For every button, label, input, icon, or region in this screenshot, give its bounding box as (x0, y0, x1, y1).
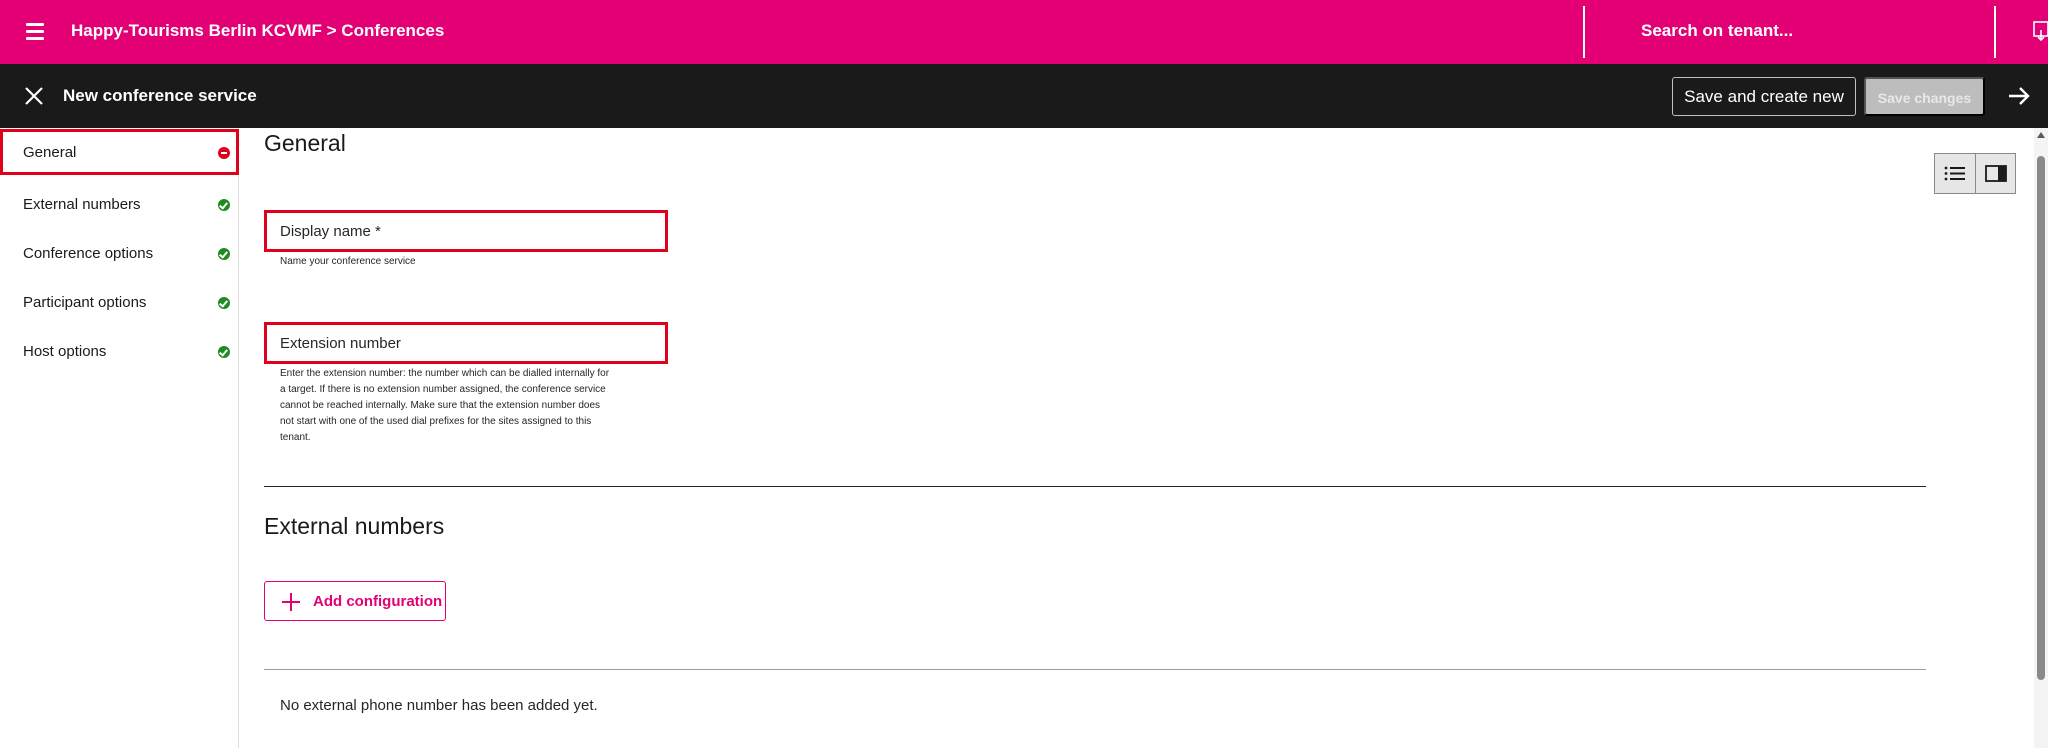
scrollbar-thumb[interactable] (2037, 156, 2045, 680)
action-bar: New conference service Save and create n… (0, 64, 2048, 128)
error-status-icon (218, 147, 230, 159)
nav-item-label: General (23, 144, 77, 161)
section-divider (264, 669, 1926, 670)
helper-line: a target. If there is no extension numbe… (280, 384, 606, 395)
nav-item-label: Host options (23, 343, 107, 360)
check-status-icon (218, 199, 230, 211)
breadcrumb[interactable]: Happy-Tourisms Berlin KCVMF > Conference… (71, 21, 444, 41)
nav-item-label: Participant options (23, 294, 147, 311)
section-divider (264, 486, 1926, 487)
check-status-icon (218, 346, 230, 358)
helper-line: Enter the extension number: the number w… (280, 368, 610, 379)
close-icon[interactable] (22, 84, 46, 108)
list-view-icon[interactable] (1935, 154, 1975, 193)
check-status-icon (218, 297, 230, 309)
hamburger-menu-icon[interactable] (20, 18, 50, 46)
divider (1994, 6, 1996, 58)
arrow-right-icon[interactable] (2006, 84, 2032, 108)
helper-line: not start with one of the used dial pref… (280, 416, 592, 427)
tenant-search-input[interactable]: Search on tenant... (1641, 21, 1793, 41)
save-changes-button[interactable]: Save changes (1864, 77, 1985, 116)
nav-item-label: Conference options (23, 245, 154, 262)
scroll-up-icon[interactable] (2037, 132, 2045, 138)
extension-number-helper: Enter the extension number: the number w… (280, 366, 609, 446)
side-panel-view-icon[interactable] (1975, 154, 2015, 193)
external-numbers-section-title: External numbers (264, 513, 445, 539)
view-toggle (1934, 153, 2016, 194)
nav-item-host-options[interactable]: Host options (0, 328, 239, 374)
empty-state-message: No external phone number has been added … (280, 697, 598, 714)
add-configuration-label: Add configuration (313, 593, 443, 610)
check-status-icon (218, 248, 230, 260)
field-label: Extension number (280, 335, 401, 352)
display-name-helper: Name your conference service (280, 256, 416, 267)
save-and-create-new-button[interactable]: Save and create new (1672, 77, 1856, 116)
field-label: Display name * (280, 223, 381, 240)
nav-item-label: External numbers (23, 196, 141, 213)
helper-line: cannot be reached internally. Make sure … (280, 400, 601, 411)
divider (1583, 6, 1585, 58)
section-nav: General External numbers Conference opti… (0, 128, 239, 748)
general-section-title: General (264, 130, 346, 156)
nav-item-participant-options[interactable]: Participant options (0, 279, 239, 325)
top-bar: Happy-Tourisms Berlin KCVMF > Conference… (0, 0, 2048, 64)
plus-icon (282, 593, 300, 611)
page-title: New conference service (63, 86, 257, 105)
user-icon[interactable] (2032, 20, 2048, 42)
nav-item-external-numbers[interactable]: External numbers (0, 181, 239, 227)
extension-number-field[interactable]: Extension number (264, 322, 668, 364)
add-configuration-button[interactable]: Add configuration (264, 581, 446, 621)
nav-item-conference-options[interactable]: Conference options (0, 230, 239, 276)
nav-item-general[interactable]: General (0, 129, 239, 175)
helper-line: tenant. (280, 432, 311, 443)
display-name-field[interactable]: Display name * (264, 210, 668, 252)
vertical-scrollbar[interactable] (2034, 128, 2048, 748)
